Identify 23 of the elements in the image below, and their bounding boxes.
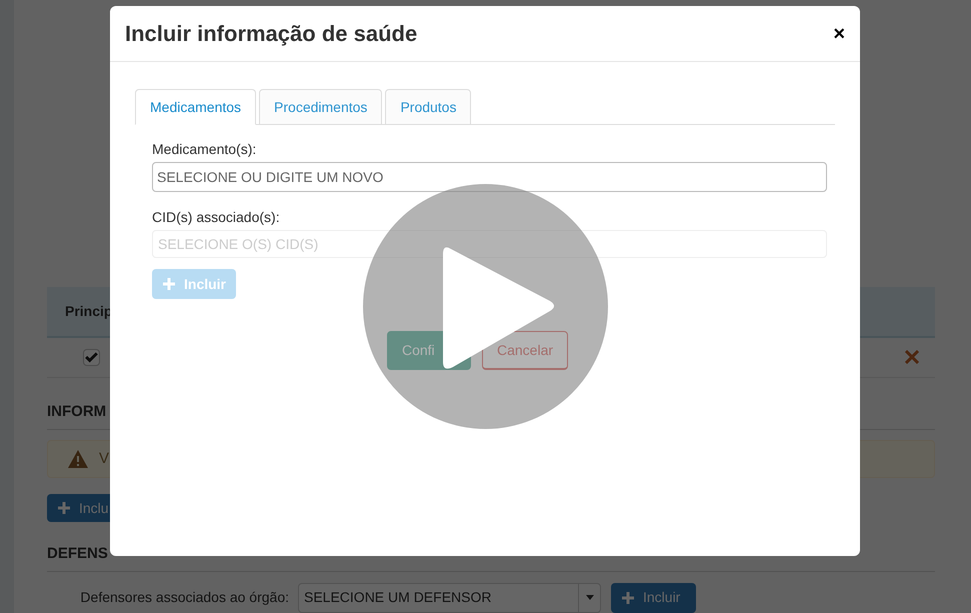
input-field[interactable]: SELECIONE OU DIGITE UM NOVO [152,162,827,192]
check-icon [85,352,98,363]
checkbox[interactable] [83,348,100,366]
plus-icon [57,501,71,516]
close-button[interactable]: × [833,24,845,44]
alert-text: V [99,448,110,469]
delete-icon[interactable] [905,350,919,364]
tab[interactable]: Produtos [385,89,472,125]
field-label: Defensores associados ao órgão: [79,588,290,608]
defender-select[interactable]: SELECIONE UM DEFENSOR [298,582,601,613]
warning-icon [67,449,89,470]
tab[interactable]: Procedimentos [259,89,382,125]
field-label: CID(s) associado(s): [152,208,281,227]
tab[interactable]: Medicamentos [135,89,256,125]
plus-icon [621,590,635,605]
add-button[interactable]: Incluir [611,582,696,613]
field-label: Medicamento(s): [152,140,258,159]
section-heading: INFORM [47,402,106,420]
section-heading: DEFENS [47,544,108,562]
plus-icon [162,277,176,291]
video-play-overlay[interactable] [363,184,608,429]
modal-title: Incluir informação de saúde [125,20,418,48]
caret-icon [586,595,594,600]
